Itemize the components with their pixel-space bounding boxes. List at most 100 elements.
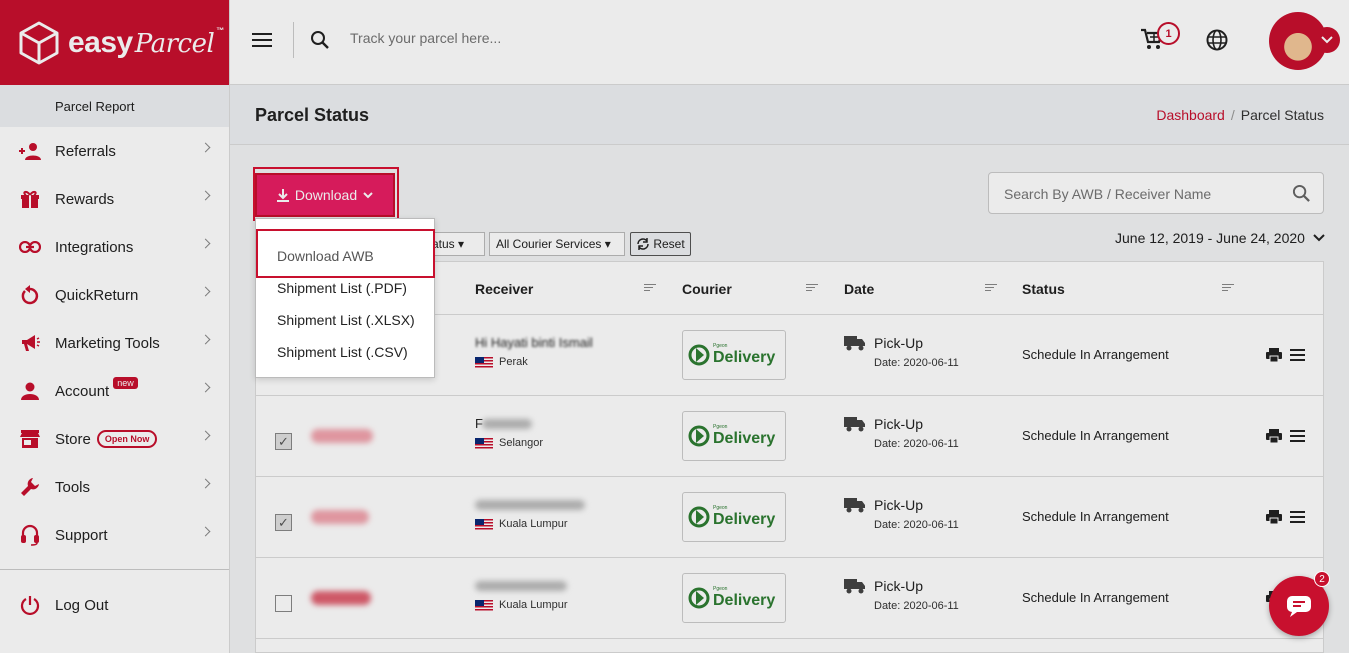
refresh-icon (637, 238, 650, 250)
sidebar-item-label: Referrals (55, 142, 116, 160)
track-parcel-input[interactable] (350, 30, 650, 46)
table-row[interactable]: ✓ Kuala Lumpur Pgeon Delivery Pick-Up Date… (256, 477, 1323, 558)
sidebar-item-quickreturn[interactable]: QuickReturn (0, 271, 229, 319)
sidebar-item-label: Account (55, 382, 110, 400)
table-row[interactable]: ✓ F Selangor Pgeon Delivery Pick-Up Date: … (256, 396, 1323, 477)
dropdown-item-shipment-list-pdf[interactable]: Shipment List (.PDF) (277, 280, 407, 296)
dropdown-item-shipment-list-csv[interactable]: Shipment List (.CSV) (277, 344, 408, 360)
logout-label: Log Out (55, 596, 109, 614)
sidebar-item-store[interactable]: Store Open Now (0, 415, 229, 463)
column-header-courier[interactable]: Courier (682, 281, 732, 297)
receiver-location: Perak (475, 356, 528, 368)
print-icon[interactable] (1266, 348, 1282, 362)
sort-icon[interactable] (985, 284, 997, 293)
topbar: 1 (230, 0, 1349, 85)
pickup-date: Pick-Up Date: 2020-06-11 (844, 497, 959, 531)
status-text: Schedule In Arrangement (1022, 428, 1169, 443)
status-text: Schedule In Arrangement (1022, 509, 1169, 524)
print-icon[interactable] (1266, 510, 1282, 524)
return-icon (18, 283, 42, 307)
column-header-status[interactable]: Status (1022, 281, 1065, 297)
store-icon (18, 427, 42, 451)
pickup-date: Pick-Up Date: 2020-06-11 (844, 416, 959, 450)
headset-icon (18, 523, 42, 547)
gift-icon (18, 187, 42, 211)
malaysia-flag-icon (475, 437, 493, 449)
redacted-name (475, 500, 585, 510)
date-range-label: June 12, 2019 - June 24, 2020 (1115, 230, 1305, 246)
pgeon-logo-icon (688, 344, 710, 366)
chevron-right-icon (200, 286, 211, 297)
row-actions (1266, 348, 1305, 362)
reset-button[interactable]: Reset (630, 232, 691, 256)
caret-down-icon: ▾ (604, 237, 611, 251)
breadcrumb-dashboard-link[interactable]: Dashboard (1156, 107, 1225, 123)
column-header-receiver[interactable]: Receiver (475, 281, 533, 297)
reset-label: Reset (653, 237, 685, 251)
courier-filter-label: All Courier Services (496, 237, 602, 251)
receiver-location: Kuala Lumpur (475, 599, 568, 611)
chevron-right-icon (200, 382, 211, 393)
logout-button[interactable]: Log Out (0, 581, 229, 629)
search-icon[interactable] (1292, 184, 1311, 203)
sort-icon[interactable] (1222, 284, 1234, 293)
dropdown-item-download-awb[interactable]: Download AWB (277, 248, 374, 264)
courier-filter[interactable]: All Courier Services ▾ (489, 232, 625, 256)
sidebar-divider (0, 569, 229, 570)
brand-logo[interactable]: easyParcel ™ (0, 0, 229, 85)
status-text: Schedule In Arrangement (1022, 590, 1169, 605)
sidebar-item-rewards[interactable]: Rewards (0, 175, 229, 223)
chevron-down-icon (1313, 234, 1325, 242)
table-row[interactable]: Kuala Lumpur Pgeon Delivery Pick-Up Date: … (256, 558, 1323, 639)
sidebar-item-support[interactable]: Support (0, 511, 229, 559)
receiver-name: Hi Hayati binti Ismail (475, 335, 593, 350)
chat-icon (1287, 596, 1311, 617)
open-now-badge: Open Now (96, 430, 158, 448)
page-title: Parcel Status (255, 105, 370, 125)
chevron-right-icon (200, 478, 211, 489)
row-checkbox[interactable]: ✓ (275, 514, 292, 531)
power-icon (18, 593, 42, 617)
truck-icon (844, 579, 865, 594)
column-header-date[interactable]: Date (844, 281, 874, 297)
chat-badge: 2 (1314, 571, 1330, 587)
sort-icon[interactable] (644, 284, 656, 293)
search-icon[interactable] (310, 30, 330, 50)
awb-search-input[interactable] (1004, 186, 1274, 202)
pgeon-logo-icon (688, 425, 710, 447)
megaphone-icon (18, 331, 42, 355)
row-checkbox[interactable] (275, 595, 292, 612)
brand-wordmark: easyParcel ™ (68, 25, 224, 59)
courier-logo: Pgeon Delivery (682, 330, 786, 380)
chevron-down-icon[interactable] (1314, 27, 1340, 53)
sidebar-item-marketing-tools[interactable]: Marketing Tools (0, 319, 229, 367)
pickup-date: Pick-Up Date: 2020-06-11 (844, 335, 959, 369)
truck-icon (844, 498, 865, 513)
dropdown-item-shipment-list-xlsx[interactable]: Shipment List (.XLSX) (277, 312, 415, 328)
courier-logo: Pgeon Delivery (682, 411, 786, 461)
date-range-picker[interactable]: June 12, 2019 - June 24, 2020 (1115, 230, 1325, 246)
print-icon[interactable] (1266, 429, 1282, 443)
redacted-awb (311, 429, 373, 443)
sidebar-item-label: Tools (55, 478, 91, 496)
menu-icon[interactable] (1290, 349, 1305, 361)
row-checkbox[interactable]: ✓ (275, 433, 292, 450)
hamburger-menu-icon[interactable] (252, 33, 272, 51)
menu-icon[interactable] (1290, 430, 1305, 442)
sidebar-item-account[interactable]: Account new (0, 367, 229, 415)
sidebar-item-integrations[interactable]: Integrations (0, 223, 229, 271)
page-header: Parcel Status Dashboard / Parcel Status (230, 85, 1349, 145)
courier-logo: Pgeon Delivery (682, 492, 786, 542)
globe-icon[interactable] (1206, 29, 1228, 51)
sidebar-item-referrals[interactable]: Referrals (0, 127, 229, 175)
sidebar-item-tools[interactable]: Tools (0, 463, 229, 511)
truck-icon (844, 417, 865, 432)
row-actions (1266, 510, 1305, 524)
referrals-icon (18, 139, 42, 163)
sort-icon[interactable] (806, 284, 818, 293)
truck-icon (844, 336, 865, 351)
malaysia-flag-icon (475, 599, 493, 611)
menu-icon[interactable] (1290, 511, 1305, 523)
sidebar-sub-parcel-report[interactable]: Parcel Report (0, 85, 229, 127)
redacted-awb (311, 591, 371, 605)
